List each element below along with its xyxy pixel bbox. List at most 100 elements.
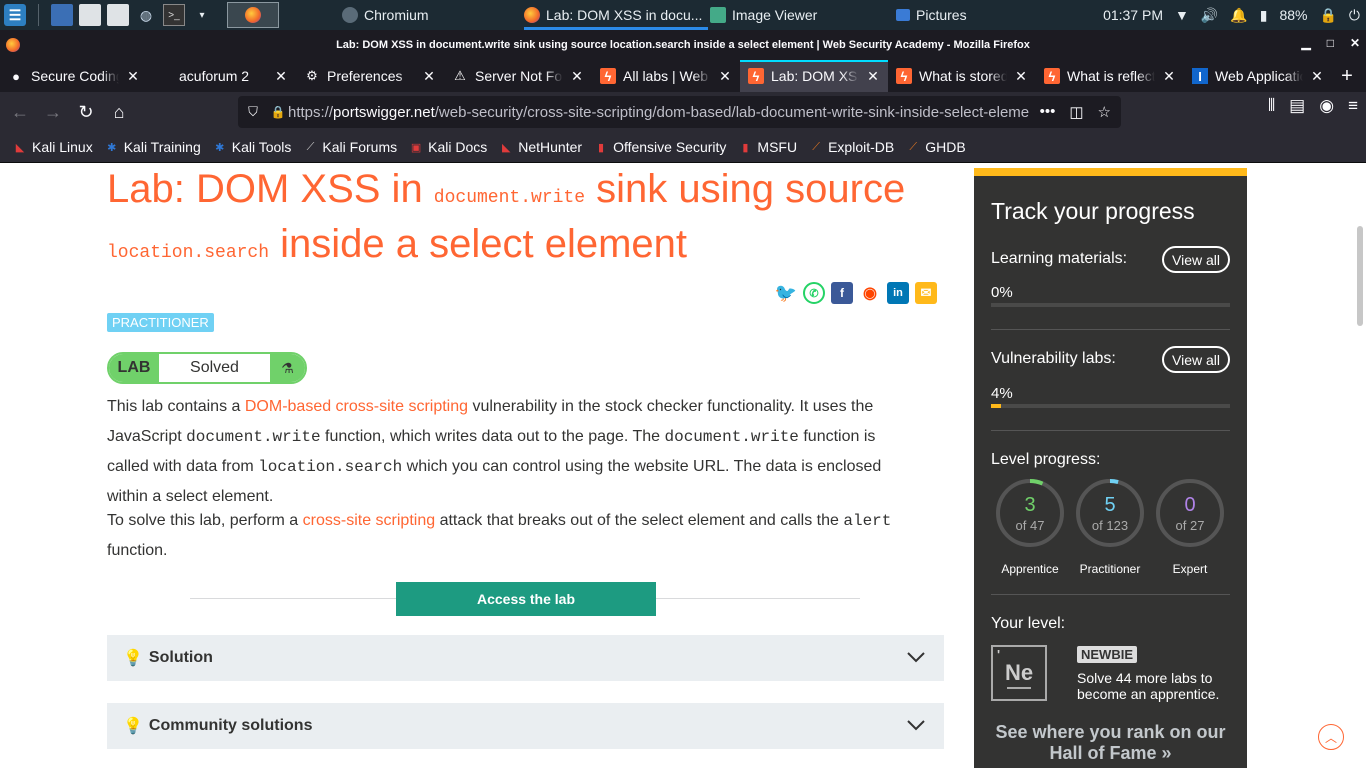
bell-icon[interactable]: 🔔 <box>1230 7 1247 24</box>
toolbar-right: ⫴ ▤ ◉ ≡ <box>1268 96 1358 116</box>
pocket-icon[interactable]: ◫ <box>1069 103 1083 121</box>
bookmark-msfu[interactable]: ▮ MSFU <box>737 139 797 155</box>
reddit-icon[interactable]: ◉ <box>859 282 881 304</box>
back-button[interactable]: ← <box>4 96 36 128</box>
window-title: Lab: DOM XSS in document.write sink usin… <box>336 39 1030 51</box>
url-bar[interactable]: ⛉ 🔒 https://portswigger.net/web-security… <box>238 96 1121 128</box>
view-all-learning-button[interactable]: View all <box>1162 246 1230 273</box>
lock-icon[interactable]: 🔒 <box>268 105 288 119</box>
page-scrollbar[interactable] <box>1354 164 1366 768</box>
image-viewer-icon <box>710 7 726 23</box>
facebook-icon[interactable]: f <box>831 282 853 304</box>
tab-web-app-security[interactable]: I Web Application Security ✕ <box>1184 60 1332 92</box>
bookmark-label: Kali Linux <box>32 139 93 155</box>
bookmark-nethunter[interactable]: ◣ NetHunter <box>498 139 582 155</box>
file-manager-icon[interactable] <box>79 4 101 26</box>
level-progress-label: Level progress: <box>991 451 1101 468</box>
close-icon[interactable]: ✕ <box>274 68 288 85</box>
page-title: Lab: DOM XSS in document.write sink usin… <box>107 166 947 276</box>
email-icon[interactable]: ✉ <box>915 282 937 304</box>
maximize-icon[interactable]: □ <box>1327 36 1334 50</box>
hall-of-fame-link[interactable]: See where you rank on our Hall of Fame » <box>991 722 1230 764</box>
folder-icon <box>896 9 910 21</box>
tab-all-labs[interactable]: ϟ All labs | Web Security Academy ✕ <box>592 60 740 92</box>
forward-button[interactable]: → <box>37 96 69 128</box>
bookmark-kali-docs[interactable]: ▣ Kali Docs <box>408 139 487 155</box>
tab-lab-dom-xss[interactable]: ϟ Lab: DOM XSS in document.write ✕ <box>740 60 888 92</box>
lab-description: This lab contains a DOM-based cross-site… <box>107 392 917 512</box>
bookmark-ghdb[interactable]: ⟋ GHDB <box>905 139 965 155</box>
community-solutions-accordion[interactable]: 💡 Community solutions <box>107 703 944 749</box>
terminal-icon[interactable]: >_ <box>163 4 185 26</box>
volume-icon[interactable]: 🔊 <box>1201 7 1218 24</box>
dom-xss-link[interactable]: DOM-based cross-site scripting <box>245 398 468 415</box>
tab-stored-xss[interactable]: ϟ What is stored XSS ✕ <box>888 60 1036 92</box>
wifi-icon[interactable]: ▼ <box>1175 7 1189 23</box>
portswigger-icon: ϟ <box>896 68 912 84</box>
taskbar-firefox-button[interactable] <box>227 2 279 28</box>
bookmark-star-icon[interactable]: ☆ <box>1098 103 1111 121</box>
battery-level: 88% <box>1279 7 1308 23</box>
home-icon: ⌂ <box>113 101 125 122</box>
twitter-icon[interactable]: 🐦 <box>775 282 797 304</box>
close-icon[interactable]: ✕ <box>718 68 732 85</box>
tab-server-not-found[interactable]: ⚠ Server Not Found ✕ <box>444 60 592 92</box>
tab-secure-coding[interactable]: ● Secure Coding ✕ <box>0 60 148 92</box>
exploitdb-icon: ⟋ <box>812 140 820 153</box>
close-icon[interactable]: ✕ <box>570 68 584 85</box>
reload-button[interactable]: ↻ <box>70 96 102 128</box>
minimize-icon[interactable]: ▁ <box>1301 36 1310 50</box>
bookmark-kali-forums[interactable]: ⟋ Kali Forums <box>302 139 398 155</box>
bookmark-kali-tools[interactable]: ✱ Kali Tools <box>212 139 291 155</box>
battery-icon[interactable]: ▮ <box>1260 7 1268 24</box>
menu-icon[interactable]: ≡ <box>1348 96 1358 116</box>
title-text: Lab: DOM XSS in <box>107 167 434 211</box>
kali-menu-icon[interactable]: ☰ <box>4 4 26 26</box>
bookmark-kali-linux[interactable]: ◣ Kali Linux <box>12 139 93 155</box>
tab-preferences[interactable]: ⚙ Preferences ✕ <box>296 60 444 92</box>
lock-icon[interactable]: 🔒 <box>1319 7 1336 24</box>
tab-reflected-xss[interactable]: ϟ What is reflected XSS ✕ <box>1036 60 1184 92</box>
plus-icon: + <box>1341 64 1353 87</box>
vulnerability-progress-bar <box>991 404 1230 408</box>
close-icon[interactable]: ✕ <box>1310 68 1324 85</box>
taskbar-window-pictures[interactable]: Pictures <box>896 0 967 30</box>
chevron-down-icon[interactable]: ▾ <box>191 4 213 26</box>
whatsapp-icon[interactable]: ✆ <box>803 282 825 304</box>
taskbar-window-image-viewer[interactable]: Image Viewer <box>710 0 817 30</box>
new-tab-button[interactable]: + <box>1332 60 1362 92</box>
share-links: 🐦 ✆ f ◉ in ✉ <box>775 282 937 304</box>
xss-link[interactable]: cross-site scripting <box>303 512 435 529</box>
scrollbar-thumb[interactable] <box>1357 226 1363 326</box>
close-icon[interactable]: ✕ <box>1350 36 1360 50</box>
close-icon[interactable]: ✕ <box>866 68 880 85</box>
sidebar-icon[interactable]: ▤ <box>1289 96 1305 116</box>
bookmark-exploit-db[interactable]: ⟋ Exploit-DB <box>808 139 894 155</box>
browser-icon[interactable]: ◍ <box>135 4 157 26</box>
text-editor-icon[interactable] <box>107 4 129 26</box>
taskbar-window-chromium[interactable]: Chromium <box>342 0 429 30</box>
kali-docs-icon: ▣ <box>410 141 422 154</box>
taskbar-window-firefox[interactable]: Lab: DOM XSS in docu... <box>524 0 708 30</box>
url-text[interactable]: https://portswigger.net/web-security/cro… <box>288 104 1030 121</box>
access-lab-button[interactable]: Access the lab <box>396 582 656 616</box>
solution-accordion[interactable]: 💡 Solution <box>107 635 944 681</box>
view-all-labs-button[interactable]: View all <box>1162 346 1230 373</box>
power-icon[interactable]: ⏻ <box>1349 7 1360 24</box>
linkedin-icon[interactable]: in <box>887 282 909 304</box>
account-icon[interactable]: ◉ <box>1319 96 1334 116</box>
close-icon[interactable]: ✕ <box>126 68 140 85</box>
home-button[interactable]: ⌂ <box>103 96 135 128</box>
library-icon[interactable]: ⫴ <box>1268 96 1275 116</box>
scroll-to-top-button[interactable]: ︿ <box>1318 724 1344 750</box>
clock[interactable]: 01:37 PM <box>1103 7 1163 23</box>
close-icon[interactable]: ✕ <box>1162 68 1176 85</box>
more-actions-icon[interactable]: ••• <box>1040 103 1056 121</box>
tracking-shield-icon[interactable]: ⛉ <box>238 104 268 120</box>
bookmark-offensive-security[interactable]: ▮ Offensive Security <box>593 139 726 155</box>
show-desktop-icon[interactable] <box>51 4 73 26</box>
close-icon[interactable]: ✕ <box>422 68 436 85</box>
close-icon[interactable]: ✕ <box>1014 68 1028 85</box>
tab-acuforum[interactable]: acuforum 2 ✕ <box>148 60 296 92</box>
bookmark-kali-training[interactable]: ✱ Kali Training <box>104 139 201 155</box>
